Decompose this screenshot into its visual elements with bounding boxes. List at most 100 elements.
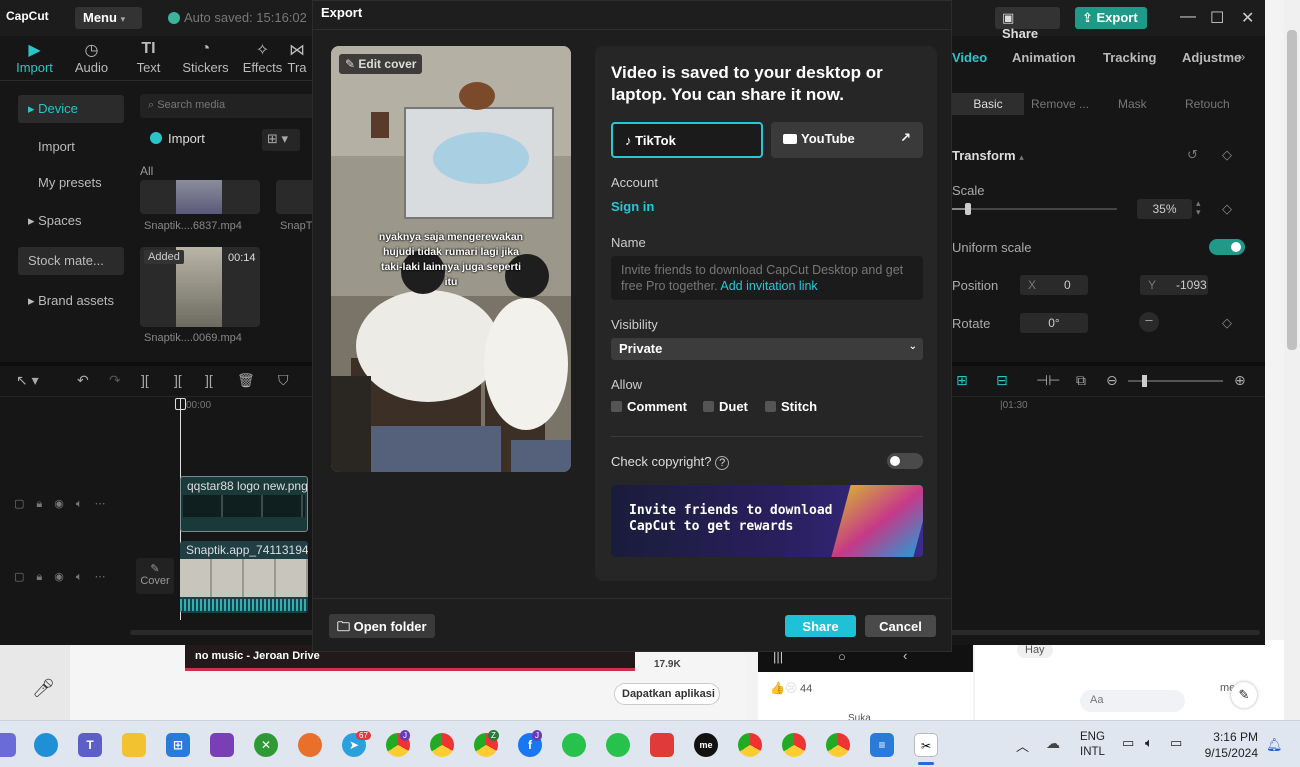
tab-tracking[interactable]: Tracking [1103, 50, 1156, 65]
cover-button[interactable]: ✎ Cover [136, 558, 174, 594]
split-icon[interactable]: ][ [141, 372, 149, 388]
notepad-icon[interactable]: ≡ [870, 733, 894, 757]
delete-icon[interactable]: 🗑︎ [237, 372, 255, 389]
tab-video[interactable]: Video [952, 50, 987, 65]
playhead-handle[interactable] [175, 398, 186, 410]
invite-link[interactable]: Add invitation link [720, 279, 817, 293]
import-button[interactable]: Import [150, 131, 205, 146]
tool-stickers[interactable]: ◔ Stickers [178, 40, 233, 75]
close-icon[interactable]: ✕ [1241, 8, 1254, 28]
link-icon[interactable]: ⊟ [996, 372, 1008, 389]
split-left-icon[interactable]: ][ [174, 372, 182, 388]
photo-app-icon[interactable] [210, 733, 234, 757]
subtab-remove[interactable]: Remove ... [1021, 93, 1099, 115]
sidebar-item-device[interactable]: ▸ Device [18, 95, 124, 123]
sidebar-item-brand[interactable]: ▸ Brand assets [18, 287, 124, 315]
sign-in-link[interactable]: Sign in [611, 199, 654, 214]
whatsapp-icon[interactable] [606, 733, 630, 757]
tool-text[interactable]: TI Text [121, 40, 176, 75]
share-button-top[interactable]: ▣ Share [995, 7, 1060, 41]
sidebar-item-import[interactable]: Import [28, 133, 134, 161]
chat-input[interactable]: Aa [1080, 690, 1185, 712]
menu-button[interactable]: Menu ▾ [75, 7, 142, 29]
subtab-retouch[interactable]: Retouch [1175, 93, 1240, 115]
stepper-icon[interactable]: ▴ ▾ [1196, 199, 1201, 217]
invite-banner[interactable]: Invite friends to download CapCut to get… [611, 485, 923, 557]
tab-animation[interactable]: Animation [1012, 50, 1076, 65]
sidebar-item-stock[interactable]: Stock mate... [18, 247, 124, 275]
battery-icon[interactable]: ▭ [1170, 735, 1182, 751]
chrome-icon[interactable] [826, 733, 850, 757]
youtube-button[interactable]: YouTube ↗ [771, 122, 923, 158]
right-scrollbar[interactable] [1284, 0, 1300, 720]
chrome-icon[interactable] [430, 733, 454, 757]
maximize-icon[interactable]: ☐ [1210, 8, 1224, 28]
clock[interactable]: 3:16 PM 9/15/2024 [1198, 729, 1258, 761]
magnet-icon[interactable]: ⊞ [956, 372, 968, 389]
media-thumb-1[interactable] [140, 180, 260, 214]
windows-start-icon[interactable] [0, 733, 16, 757]
volume-icon[interactable]: 🔈︎ [1145, 735, 1153, 751]
track-controls-2[interactable]: ▢🔒︎◉🔈︎⋯ [14, 570, 117, 584]
store-icon[interactable]: ⊞ [166, 733, 190, 757]
comment-checkbox[interactable]: Comment [611, 399, 687, 414]
cancel-button[interactable]: Cancel [865, 615, 936, 637]
preview-icon[interactable]: ⧉ [1076, 372, 1086, 389]
compose-icon[interactable]: ✎ [1231, 682, 1257, 708]
subtab-basic[interactable]: Basic [952, 93, 1024, 115]
file-explorer-icon[interactable] [122, 733, 146, 757]
more-tabs-icon[interactable]: » [1238, 49, 1245, 64]
media-thumb-2[interactable] [276, 180, 316, 214]
zoom-handle[interactable] [1142, 375, 1147, 387]
visibility-select[interactable]: Private ⌄ [611, 338, 923, 360]
undo-icon[interactable]: ↶ [77, 372, 89, 389]
clip-video[interactable]: Snaptik.app_741131947 [180, 541, 308, 613]
capsule-app-icon[interactable] [650, 733, 674, 757]
view-toggle[interactable]: ⊞ ▾ [262, 129, 300, 151]
tiktok-button[interactable]: ♪ TikTok [611, 122, 763, 158]
share-button[interactable]: Share [785, 615, 856, 637]
split-right-icon[interactable]: ][ [205, 372, 213, 388]
get-app-button[interactable]: Dapatkan aplikasi [614, 683, 720, 705]
duet-checkbox[interactable]: Duet [703, 399, 748, 414]
weather-icon[interactable]: ☁︎ [1046, 735, 1060, 752]
edge-icon[interactable] [34, 733, 58, 757]
network-icon[interactable]: ▭ [1122, 735, 1134, 751]
cover-preview[interactable]: nyaknya saja mengerewakan hujudi tidak r… [331, 46, 571, 472]
name-input[interactable]: Invite friends to download CapCut Deskto… [611, 256, 923, 300]
tool-transitions[interactable]: ⋈ Tra [282, 40, 312, 75]
scale-slider[interactable] [952, 203, 1117, 215]
track-controls-1[interactable]: ▢🔒︎◉🔈︎⋯ [14, 497, 117, 511]
keyframe-icon[interactable]: ◇ [1222, 147, 1232, 163]
help-icon[interactable]: ? [715, 456, 730, 470]
keyframe-icon[interactable]: ◇ [1222, 315, 1232, 331]
minimize-icon[interactable]: — [1180, 8, 1196, 26]
copyright-toggle[interactable] [887, 453, 923, 469]
chevron-up-icon[interactable]: ︿ [1016, 736, 1029, 755]
xbox-icon[interactable]: ✕ [254, 733, 278, 757]
position-x-field[interactable]: X0 [1020, 275, 1088, 295]
scale-field[interactable]: 35% [1137, 199, 1192, 219]
uniform-scale-toggle[interactable] [1209, 239, 1245, 255]
keyframe-icon[interactable]: ◇ [1222, 201, 1232, 217]
language-indicator[interactable]: ENG INTL [1080, 730, 1105, 760]
scroll-thumb[interactable] [1287, 30, 1297, 350]
media-app-icon[interactable]: me [694, 733, 718, 757]
search-input[interactable]: ⌕ Search media [140, 94, 315, 118]
rotate-field[interactable]: 0° [1020, 313, 1088, 333]
subtab-mask[interactable]: Mask [1108, 93, 1157, 115]
tool-import[interactable]: ▶ Import [7, 40, 62, 75]
redo-icon[interactable]: ↷ [109, 372, 121, 389]
chrome-icon[interactable] [782, 733, 806, 757]
firefox-icon[interactable] [298, 733, 322, 757]
tool-audio[interactable]: ◷ Audio [64, 40, 119, 75]
clip-logo[interactable]: qqstar88 logo new.png [180, 476, 308, 532]
media-thumb-3[interactable]: Added 00:14 [140, 247, 260, 327]
notification-icon[interactable]: 🔔︎ [1266, 737, 1283, 753]
select-tool-icon[interactable]: ↖ ▾ [16, 372, 39, 389]
chrome-icon[interactable] [738, 733, 762, 757]
zoom-out-icon[interactable]: ⊖ [1106, 372, 1118, 389]
snap-icon[interactable]: ⊣⊢ [1036, 372, 1060, 389]
export-button-top[interactable]: ⇪ Export [1075, 7, 1147, 29]
reset-icon[interactable]: ↺ [1187, 147, 1198, 163]
